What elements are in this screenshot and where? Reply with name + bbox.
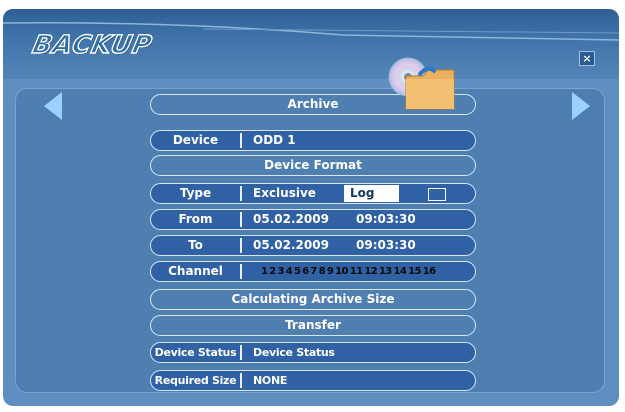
calculating-archive-size-button[interactable]: Calculating Archive Size (150, 289, 476, 310)
from-row[interactable]: From 05.02.2009 09:03:30 (150, 209, 476, 230)
device-row[interactable]: Device ODD 1 (150, 130, 476, 151)
arrow-right-icon[interactable] (572, 92, 590, 120)
row-divider (240, 345, 242, 360)
channel-label: Channel (168, 264, 223, 278)
device-status-value: Device Status (253, 346, 335, 359)
transfer-button[interactable]: Transfer (150, 315, 476, 336)
backup-window: BACKUP × Archive Device ODD 1 Device For… (3, 9, 619, 406)
from-label: From (178, 212, 213, 226)
required-size-label: Required Size (154, 374, 237, 387)
row-divider (240, 264, 242, 279)
to-date[interactable]: 05.02.2009 (253, 236, 329, 255)
to-row[interactable]: To 05.02.2009 09:03:30 (150, 235, 476, 256)
type-checkbox[interactable] (428, 188, 446, 201)
device-value: ODD 1 (253, 133, 296, 147)
close-icon: × (582, 52, 592, 65)
arrow-left-icon[interactable] (44, 92, 62, 120)
channel-numbers[interactable]: 1 2 3 4 5 6 7 8 9 10 11 12 13 14 15 16 (261, 262, 436, 281)
device-label: Device (172, 133, 219, 147)
device-status-label: Device Status (154, 346, 237, 359)
to-time[interactable]: 09:03:30 (356, 236, 416, 255)
from-time[interactable]: 09:03:30 (356, 210, 416, 229)
window-title: BACKUP (29, 29, 156, 59)
device-status-row: Device Status Device Status (150, 342, 476, 363)
device-format-label: Device Format (264, 158, 362, 172)
row-divider (240, 186, 242, 201)
close-button[interactable]: × (579, 51, 595, 66)
channel-row[interactable]: Channel 1 2 3 4 5 6 7 8 9 10 11 12 13 14… (150, 261, 476, 282)
disc-folder-icon (388, 57, 455, 110)
window-header: BACKUP × (3, 9, 619, 79)
row-divider (240, 212, 242, 227)
required-size-row: Required Size NONE (150, 370, 476, 391)
device-format-button[interactable]: Device Format (150, 155, 476, 176)
type-row: Type Exclusive Log (150, 183, 476, 204)
calculating-label: Calculating Archive Size (231, 292, 395, 306)
transfer-label: Transfer (285, 318, 341, 332)
required-size-value: NONE (253, 374, 288, 387)
row-divider (240, 373, 242, 388)
row-divider (240, 133, 242, 148)
to-label: To (188, 238, 203, 252)
type-option-log[interactable]: Log (344, 185, 399, 202)
type-label: Type (179, 186, 212, 200)
from-date[interactable]: 05.02.2009 (253, 210, 329, 229)
archive-label: Archive (287, 97, 339, 111)
type-option-exclusive[interactable]: Exclusive (253, 184, 316, 203)
row-divider (240, 238, 242, 253)
